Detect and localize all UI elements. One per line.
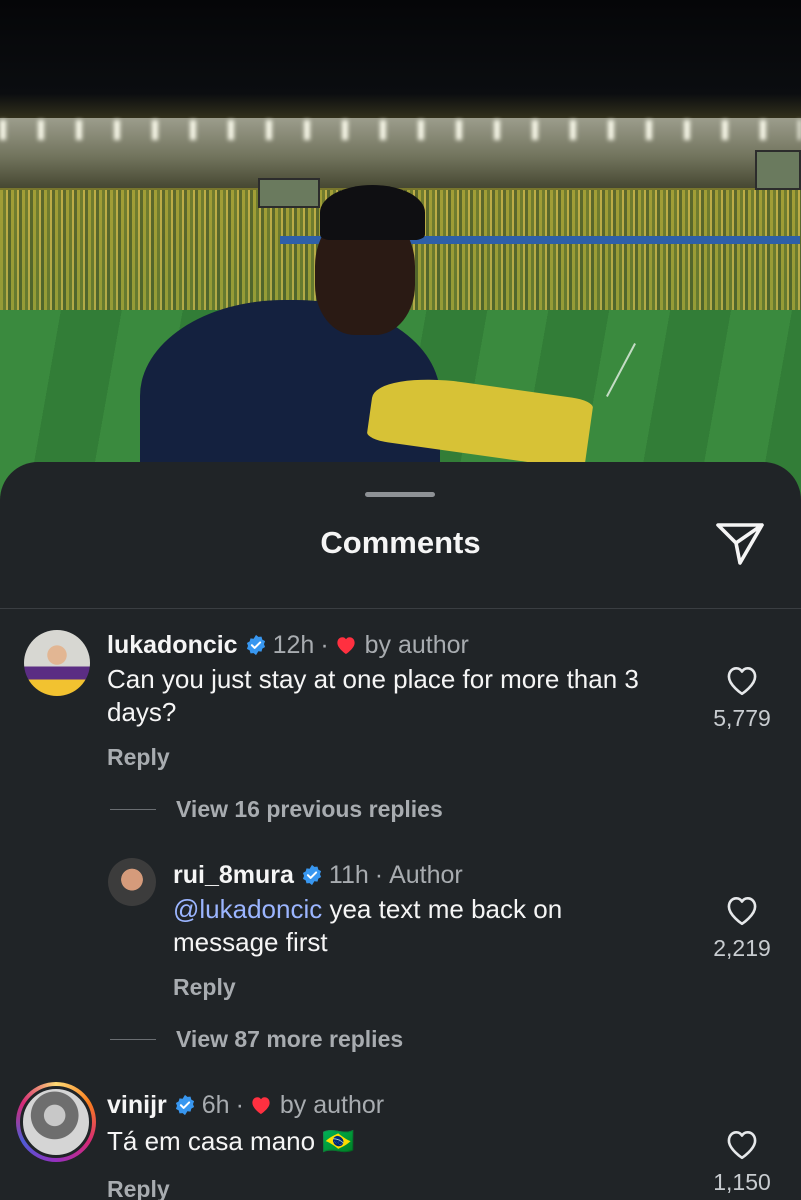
sheet-title: Comments <box>320 525 481 560</box>
comment-time: 11h <box>328 861 369 889</box>
reply-button[interactable]: Reply <box>173 974 236 1001</box>
heart-filled-icon <box>337 637 355 655</box>
verified-badge-icon <box>175 1094 194 1116</box>
stadium-lights <box>0 120 801 140</box>
comment-time: 12h <box>272 631 315 659</box>
comment-time: 6h <box>201 1091 230 1119</box>
comment-meta: vinijr 6h · by author <box>107 1090 384 1120</box>
comment-meta: rui_8mura 11h · Author <box>173 860 463 890</box>
view-replies-label: View 16 previous replies <box>176 796 443 822</box>
comments-sheet: Comments lukadoncic 12h · by author Can … <box>0 462 801 1200</box>
reply-button[interactable]: Reply <box>107 1176 170 1200</box>
username[interactable]: vinijr <box>107 1090 167 1120</box>
username[interactable]: lukadoncic <box>107 630 238 660</box>
view-previous-replies[interactable]: View 16 previous replies <box>110 796 443 823</box>
reply-button[interactable]: Reply <box>107 744 170 771</box>
person-in-photo <box>140 185 594 500</box>
replies-rule <box>110 1039 156 1040</box>
like-count: 2,219 <box>713 935 771 961</box>
person-cap <box>320 185 425 240</box>
share-button[interactable] <box>714 519 766 567</box>
comment-text: Tá em casa mano 🇧🇷 <box>107 1126 355 1156</box>
separator: · <box>235 1091 244 1119</box>
author-like-tag: by author <box>364 631 469 659</box>
heart-filled-icon <box>252 1097 270 1115</box>
avatar[interactable] <box>24 630 90 696</box>
avatar[interactable] <box>108 858 156 906</box>
username[interactable]: rui_8mura <box>173 860 294 890</box>
verified-badge-icon <box>302 864 321 886</box>
separator: · <box>374 861 384 889</box>
view-more-replies[interactable]: View 87 more replies <box>110 1026 403 1053</box>
like-count: 1,150 <box>713 1169 771 1195</box>
heart-outline-icon[interactable] <box>724 664 760 696</box>
like-count: 5,779 <box>713 705 771 731</box>
sheet-grabber[interactable] <box>365 492 435 497</box>
heart-outline-icon[interactable] <box>724 894 760 926</box>
author-like-tag: by author <box>279 1091 385 1119</box>
comment-text: @lukadoncic yea text me back on message … <box>173 893 653 959</box>
like-control: 1,150 <box>697 1128 787 1196</box>
view-replies-label: View 87 more replies <box>176 1026 404 1052</box>
comment-meta: lukadoncic 12h · by author <box>107 630 469 660</box>
mention-link[interactable]: @lukadoncic <box>173 894 322 924</box>
separator: · <box>320 631 329 659</box>
author-tag: Author <box>389 861 463 889</box>
header-divider <box>0 608 801 609</box>
heart-outline-icon[interactable] <box>724 1128 760 1160</box>
like-control: 5,779 <box>697 664 787 732</box>
like-control: 2,219 <box>697 894 787 962</box>
replies-rule <box>110 809 156 810</box>
verified-badge-icon <box>246 634 265 656</box>
stadium-screen <box>755 150 801 190</box>
post-background-photo <box>0 0 801 520</box>
comment-text: Can you just stay at one place for more … <box>107 664 639 727</box>
paper-plane-icon <box>716 523 764 565</box>
avatar-with-story-ring[interactable] <box>16 1082 96 1162</box>
avatar-image <box>20 1086 92 1158</box>
